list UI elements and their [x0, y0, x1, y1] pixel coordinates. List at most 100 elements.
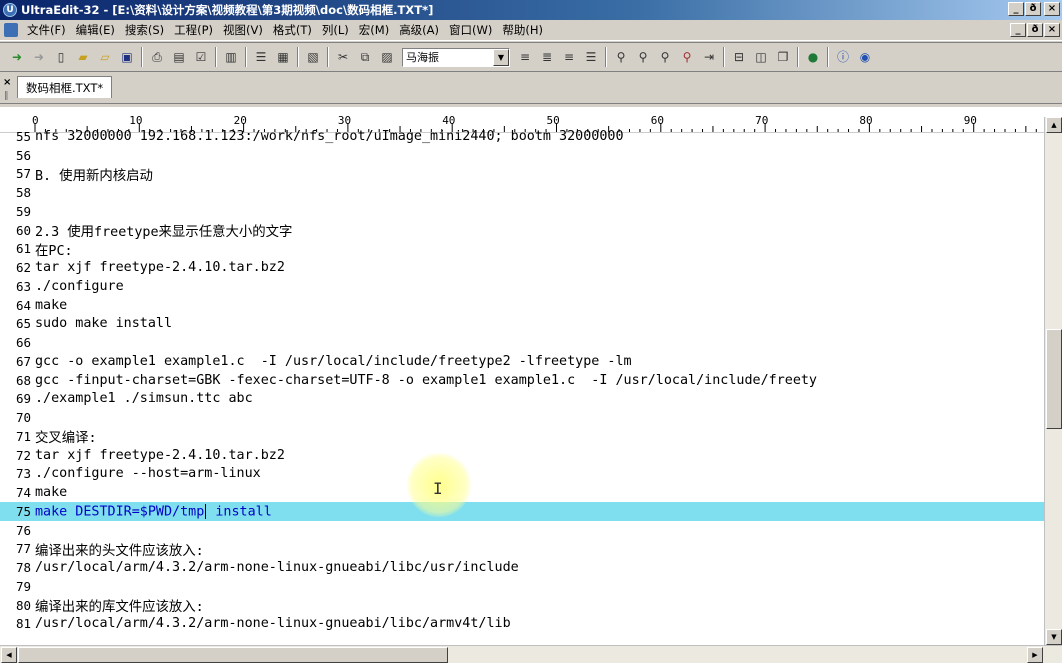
doc-minimize-button[interactable]: _ [1010, 23, 1026, 37]
editor-line[interactable]: 66 [0, 333, 1044, 352]
line-text[interactable]: /usr/local/arm/4.3.2/arm-none-linux-gnue… [35, 616, 511, 631]
minimize-button[interactable]: _ [1008, 2, 1024, 16]
justify-icon[interactable]: ☰ [582, 48, 600, 66]
menu-advanced[interactable]: 高级(A) [394, 22, 444, 38]
scroll-down-button[interactable]: ▼ [1046, 629, 1062, 645]
editor-line[interactable]: 55 nfs 32000000 192.168.1.123:/work/nfs_r… [0, 127, 1044, 146]
ultraedit-app-icon[interactable]: U [3, 3, 17, 17]
menu-file[interactable]: 文件(F) [22, 22, 71, 38]
scroll-left-button[interactable]: ◀ [1, 647, 17, 663]
scroll-right-button[interactable]: ▶ [1027, 647, 1043, 663]
editor-line[interactable]: 78/usr/local/arm/4.3.2/arm-none-linux-gn… [0, 558, 1044, 577]
menu-format[interactable]: 格式(T) [268, 22, 317, 38]
editor-line[interactable]: 75 make DESTDIR=$PWD/tmp install [0, 502, 1044, 521]
find-next-icon[interactable]: ⚲ [634, 48, 652, 66]
line-text[interactable]: gcc -finput-charset=GBK -fexec-charset=U… [35, 373, 817, 388]
word-wrap-icon[interactable]: ☰ [252, 48, 270, 66]
editor-line[interactable]: 72 tar xjf freetype-2.4.10.tar.bz2 [0, 446, 1044, 465]
clipboard-icon[interactable]: ▧ [304, 48, 322, 66]
split-vertical-icon[interactable]: ◫ [752, 48, 770, 66]
goto-icon[interactable]: ⇥ [700, 48, 718, 66]
undo-icon[interactable]: ➜ [8, 48, 26, 66]
line-text[interactable]: 编译出来的头文件应该放入: [35, 539, 204, 559]
line-text[interactable]: ./example1 ./simsun.ttc abc [35, 391, 253, 406]
open-folder-icon[interactable]: ▰ [74, 48, 92, 66]
print-icon[interactable]: ⎙ [148, 48, 166, 66]
editor-line[interactable]: 58 [0, 183, 1044, 202]
info-icon[interactable]: ⓘ [834, 48, 852, 66]
editor-line[interactable]: 70 [0, 408, 1044, 427]
split-horizontal-icon[interactable]: ⊟ [730, 48, 748, 66]
menu-macro[interactable]: 宏(M) [354, 22, 394, 38]
editor-line[interactable]: 65 sudo make install [0, 315, 1044, 334]
editor-line[interactable]: 62 tar xjf freetype-2.4.10.tar.bz2 [0, 258, 1044, 277]
align-right-icon[interactable]: ≡ [560, 48, 578, 66]
line-text[interactable]: tar xjf freetype-2.4.10.tar.bz2 [35, 448, 285, 463]
editor-line[interactable]: 61 在PC: [0, 240, 1044, 259]
save-icon[interactable]: ▣ [118, 48, 136, 66]
print-preview-icon[interactable]: ▤ [170, 48, 188, 66]
line-text[interactable]: /usr/local/arm/4.3.2/arm-none-linux-gnue… [35, 560, 519, 575]
horizontal-scroll-thumb[interactable] [18, 647, 448, 663]
scroll-up-button[interactable]: ▲ [1046, 117, 1062, 133]
help-icon[interactable]: ◉ [856, 48, 874, 66]
menu-column[interactable]: 列(L) [317, 22, 354, 38]
menu-view[interactable]: 视图(V) [218, 22, 268, 38]
editor-line[interactable]: 63 ./configure [0, 277, 1044, 296]
new-file-icon[interactable]: ▯ [52, 48, 70, 66]
line-text[interactable]: nfs 32000000 192.168.1.123:/work/nfs_roo… [35, 129, 624, 144]
cut-icon[interactable]: ✂ [334, 48, 352, 66]
line-text[interactable]: make [35, 298, 67, 313]
cascade-windows-icon[interactable]: ❐ [774, 48, 792, 66]
editor-line[interactable]: 71 交叉编译: [0, 426, 1044, 447]
editor-line[interactable]: 64 make [0, 296, 1044, 315]
line-text[interactable]: gcc -o example1 example1.c -I /usr/local… [35, 354, 632, 369]
align-center-icon[interactable]: ≣ [538, 48, 556, 66]
menu-search[interactable]: 搜索(S) [120, 22, 169, 38]
doc-close-button[interactable]: × [1044, 23, 1060, 37]
line-text[interactable]: 2.3 使用freetype来显示任意大小的文字 [35, 220, 292, 240]
text-lines[interactable]: 55 nfs 32000000 192.168.1.123:/work/nfs_r… [0, 127, 1044, 635]
line-text[interactable]: 编译出来的库文件应该放入: [35, 595, 204, 615]
menu-edit[interactable]: 编辑(E) [71, 22, 120, 38]
editor-line[interactable]: 76 [0, 521, 1044, 540]
editor-line[interactable]: 69 ./example1 ./simsun.ttc abc [0, 390, 1044, 409]
editor-line[interactable]: 81/usr/local/arm/4.3.2/arm-none-linux-gn… [0, 615, 1044, 634]
menu-help[interactable]: 帮助(H) [497, 22, 548, 38]
spellcheck-icon[interactable]: ☑ [192, 48, 210, 66]
line-text[interactable]: B. 使用新内核启动 [35, 164, 153, 184]
browser-view-icon[interactable]: ● [804, 48, 822, 66]
editor-line[interactable]: 73 ./configure --host=arm-linux [0, 465, 1044, 484]
copy-icon[interactable]: ⧉ [356, 48, 374, 66]
chevron-down-icon[interactable]: ▼ [493, 48, 509, 66]
tab-grip-icon[interactable]: ‖ [4, 91, 9, 101]
properties-icon[interactable]: ▥ [222, 48, 240, 66]
editor-line[interactable]: 67 gcc -o example1 example1.c -I /usr/loc… [0, 352, 1044, 371]
close-button[interactable]: × [1044, 2, 1060, 16]
redo-icon[interactable]: ➜ [30, 48, 48, 66]
line-text[interactable]: 交叉编译: [35, 426, 97, 446]
menu-window[interactable]: 窗口(W) [444, 22, 497, 38]
open-icon[interactable]: ▱ [96, 48, 114, 66]
replace-icon[interactable]: ⚲ [656, 48, 674, 66]
editor-line[interactable]: 80 编译出来的库文件应该放入: [0, 595, 1044, 616]
editor-line[interactable]: 56 [0, 146, 1044, 165]
editor-line[interactable]: 59 [0, 202, 1044, 221]
maximize-button[interactable]: ð [1025, 2, 1041, 16]
editor-line[interactable]: 74 make [0, 483, 1044, 502]
paste-icon[interactable]: ▨ [378, 48, 396, 66]
editor-line[interactable]: 60 2.3 使用freetype来显示任意大小的文字 [0, 220, 1044, 241]
document-icon[interactable] [4, 23, 18, 37]
line-text[interactable]: tar xjf freetype-2.4.10.tar.bz2 [35, 260, 285, 275]
vertical-scrollbar[interactable]: ▲ ▼ [1044, 117, 1062, 645]
close-icon[interactable]: × [3, 77, 11, 88]
horizontal-scrollbar[interactable]: ◀ ▶ [0, 645, 1062, 663]
line-text[interactable]: make [35, 485, 67, 500]
menu-project[interactable]: 工程(P) [169, 22, 218, 38]
find-in-files-icon[interactable]: ⚲ [678, 48, 696, 66]
doc-restore-button[interactable]: ð [1027, 23, 1043, 37]
editor-line[interactable]: 57 B. 使用新内核启动 [0, 165, 1044, 184]
find-icon[interactable]: ⚲ [612, 48, 630, 66]
font-select[interactable]: 马海振 ▼ [402, 47, 510, 67]
tab-document[interactable]: 数码相框.TXT* [17, 76, 113, 98]
